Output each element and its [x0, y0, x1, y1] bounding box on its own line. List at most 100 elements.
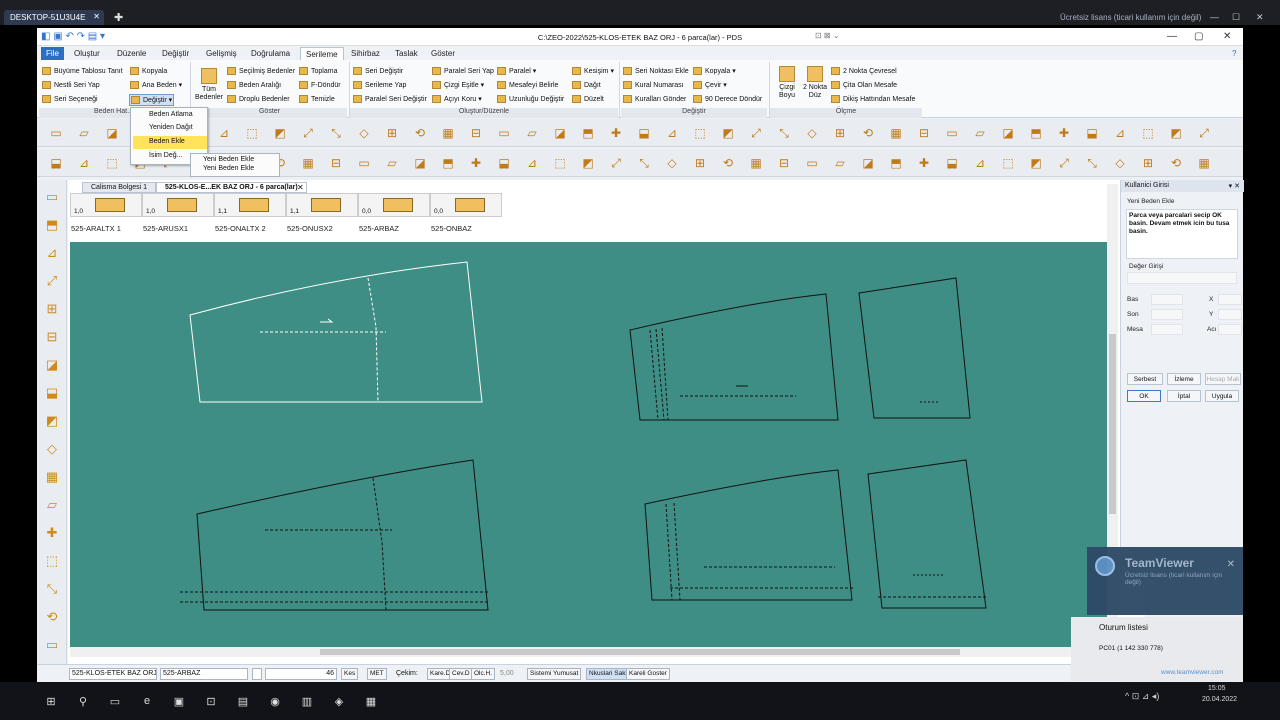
piece-thumbnail[interactable]: 1,1 525-ONALTX 2: [214, 193, 286, 233]
x-field[interactable]: [1218, 294, 1242, 305]
toolbar-tool-icon[interactable]: ◇: [1111, 154, 1129, 172]
menu-file[interactable]: File: [41, 47, 64, 60]
toolbar-tool-icon[interactable]: ▦: [887, 124, 905, 142]
rb-aciyi-koru[interactable]: Açıyı Koru ▾: [432, 95, 482, 104]
toolbar-tool-icon[interactable]: ⤢: [1195, 124, 1213, 142]
toolbar-tool-icon[interactable]: ⬚: [999, 154, 1017, 172]
scroll-thumb[interactable]: [320, 649, 960, 655]
toolbar-tool-icon[interactable]: ◩: [1027, 154, 1045, 172]
session-item[interactable]: PC01 (1 142 330 778): [1099, 645, 1163, 652]
toolbar-tool-icon[interactable]: ⬒: [1027, 124, 1045, 142]
menu-goster[interactable]: Göster: [426, 47, 460, 60]
help-icon[interactable]: ?: [1227, 47, 1241, 60]
left-tool-icon[interactable]: ⟲: [43, 608, 61, 626]
remote-session-tab[interactable]: DESKTOP-51U3U4E ✕: [4, 10, 104, 25]
taskbar-app-icon[interactable]: ⊞: [40, 690, 62, 712]
olc-h-button[interactable]: Olc.H.: [471, 668, 496, 680]
rb-paralel-seri-yap[interactable]: Paralel Seri Yap: [432, 67, 494, 75]
toolbar-tool-icon[interactable]: ⬒: [439, 154, 457, 172]
menu-olustur[interactable]: Oluştur: [69, 47, 105, 60]
bas-field[interactable]: [1151, 294, 1183, 305]
toolbar-tool-icon[interactable]: ◩: [271, 124, 289, 142]
toolbar-tool-icon[interactable]: ⤢: [1055, 154, 1073, 172]
toolbar-tool-icon[interactable]: ✚: [607, 124, 625, 142]
toolbar-tool-icon[interactable]: ⬚: [1139, 124, 1157, 142]
toolbar-tool-icon[interactable]: ▱: [383, 154, 401, 172]
toolbar-tool-icon[interactable]: ⤢: [747, 124, 765, 142]
toolbar-tool-icon[interactable]: ◇: [663, 154, 681, 172]
toolbar-tool-icon[interactable]: ⊟: [327, 154, 345, 172]
toolbar-tool-icon[interactable]: ▭: [943, 124, 961, 142]
left-tool-icon[interactable]: ◩: [43, 412, 61, 430]
toolbar-tool-icon[interactable]: ▦: [439, 124, 457, 142]
toolbar-tool-icon[interactable]: ⬚: [691, 124, 709, 142]
toolbar-tool-icon[interactable]: ▦: [299, 154, 317, 172]
y-field[interactable]: [1218, 309, 1242, 320]
rb-serileme-yap[interactable]: Serileme Yap: [353, 81, 406, 89]
toolbar-tool-icon[interactable]: ⤡: [635, 154, 653, 172]
piece-thumbnail[interactable]: 0,0 525-ONBAZ: [430, 193, 502, 233]
clock-date[interactable]: 20.04.2022: [1202, 696, 1237, 703]
toolbar-tool-icon[interactable]: ⬒: [887, 154, 905, 172]
left-tool-icon[interactable]: ◇: [43, 440, 61, 458]
toolbar-tool-icon[interactable]: ▱: [75, 124, 93, 142]
taskbar-app-icon[interactable]: ⚲: [72, 690, 94, 712]
toolbar-tool-icon[interactable]: ⊿: [523, 154, 541, 172]
taskbar-app-icon[interactable]: ◈: [328, 690, 350, 712]
toolbar-tool-icon[interactable]: ⬚: [103, 154, 121, 172]
scroll-thumb[interactable]: [1109, 334, 1116, 514]
toolbar-tool-icon[interactable]: ✚: [1055, 124, 1073, 142]
toolbar-tool-icon[interactable]: ⊿: [971, 154, 989, 172]
rb-iki-nokta-duz[interactable]: 2 Nokta Düz: [801, 66, 829, 100]
toolbar-tool-icon[interactable]: ▭: [803, 154, 821, 172]
rb-dikis-hattindan-mesafe[interactable]: Dikiş Hattından Mesafe: [831, 95, 915, 103]
izleme-button[interactable]: İzleme: [1167, 373, 1201, 385]
toolbar-tool-icon[interactable]: ⊿: [1111, 124, 1129, 142]
rb-toplama[interactable]: Toplama: [299, 67, 337, 75]
toolbar-tool-icon[interactable]: ⬓: [635, 124, 653, 142]
taskbar-app-icon[interactable]: ▭: [104, 690, 126, 712]
rb-dagit[interactable]: Dağıt: [572, 81, 601, 89]
iptal-button[interactable]: İptal: [1167, 390, 1201, 402]
toolbar-tool-icon[interactable]: ⬓: [495, 154, 513, 172]
toolbar-tool-icon[interactable]: ▭: [47, 124, 65, 142]
left-tool-icon[interactable]: ⬚: [43, 552, 61, 570]
close-doc-icon[interactable]: ✕: [297, 183, 304, 192]
toolbar-tool-icon[interactable]: ⬚: [243, 124, 261, 142]
toolbar-tool-icon[interactable]: ⟲: [1167, 154, 1185, 172]
taskbar-app-icon[interactable]: ⊡: [200, 690, 222, 712]
left-tool-icon[interactable]: ⬒: [43, 216, 61, 234]
menu-dogrulama[interactable]: Doğrulama: [246, 47, 295, 60]
left-tool-icon[interactable]: ✚: [43, 524, 61, 542]
toolbar-tool-icon[interactable]: ⬓: [943, 154, 961, 172]
rb-cita-olan-mesafe[interactable]: Çita Olan Mesafe: [831, 81, 897, 89]
aci-field[interactable]: [1218, 324, 1242, 335]
toolbar-tool-icon[interactable]: ▦: [747, 154, 765, 172]
left-tool-icon[interactable]: ⊞: [43, 300, 61, 318]
toolbar-tool-icon[interactable]: ◪: [411, 154, 429, 172]
teamviewer-url[interactable]: www.teamviewer.com: [1161, 669, 1224, 676]
toolbar-tool-icon[interactable]: ◇: [803, 124, 821, 142]
rb-seri-secenegi[interactable]: Seri Seçeneği: [42, 95, 98, 103]
toolbar-tool-icon[interactable]: ▱: [831, 154, 849, 172]
tab-calisma-bolgesi[interactable]: Calisma Bolgesi 1: [82, 182, 157, 193]
toolbar-tool-icon[interactable]: ⤡: [1083, 154, 1101, 172]
hesap-mak-button[interactable]: Hesap Mak: [1205, 373, 1241, 385]
serbest-button[interactable]: Serbest: [1127, 373, 1163, 385]
piece-thumbnail[interactable]: 1,1 525-ONUSX2: [286, 193, 358, 233]
tab-document[interactable]: 525-KLOS-E...EK BAZ ORJ - 6 parca(lar): [156, 182, 307, 193]
kareli-goster-button[interactable]: Kareli Goster: [626, 668, 670, 680]
rb-degistir-dropdown[interactable]: Değiştir ▾: [129, 94, 175, 107]
close-icon[interactable]: ✕: [1256, 12, 1264, 23]
rb-90-derece-dondur[interactable]: 90 Derece Döndür: [693, 95, 762, 103]
toolbar-tool-icon[interactable]: ⊿: [215, 124, 233, 142]
toolbar-tool-icon[interactable]: ◪: [551, 124, 569, 142]
rb-kopyala-2[interactable]: Kopyala ▾: [693, 67, 736, 76]
menu-gelismis[interactable]: Gelişmiş: [201, 47, 242, 60]
toolbar-tool-icon[interactable]: ⟲: [411, 124, 429, 142]
rb-cizgi-esitle[interactable]: Çizgi Eşitle ▾: [432, 81, 484, 90]
minimize-icon[interactable]: —: [1167, 31, 1177, 42]
left-tool-icon[interactable]: ▭: [43, 636, 61, 654]
menu-serileme[interactable]: Serileme: [300, 47, 344, 60]
toolbar-tool-icon[interactable]: ⊟: [467, 124, 485, 142]
